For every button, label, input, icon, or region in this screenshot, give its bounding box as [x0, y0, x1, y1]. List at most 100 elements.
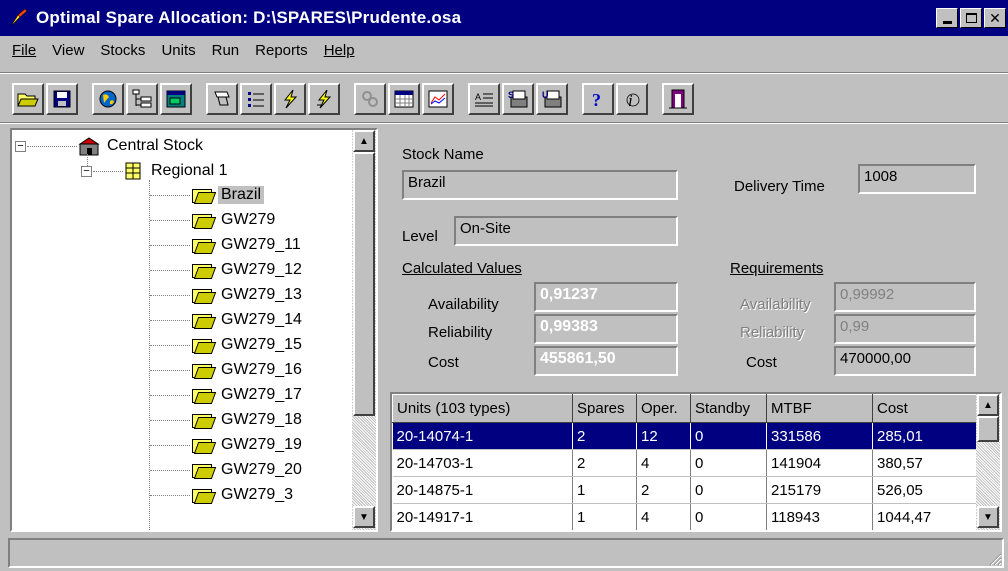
cell-mtbf[interactable]: 215179 — [766, 476, 873, 504]
tree-scroll-thumb[interactable] — [353, 152, 375, 416]
tree-node-gw279[interactable]: GW279 — [192, 207, 278, 233]
cell-unit[interactable]: 20-14074-1 — [392, 422, 573, 450]
req-availability-field[interactable]: 0,99992 — [834, 282, 976, 312]
cell-mtbf[interactable]: 141904 — [766, 449, 873, 477]
cell-unit[interactable]: 20-14875-1 — [392, 476, 573, 504]
window-title: Optimal Spare Allocation: D:\SPARES\Prud… — [36, 8, 462, 27]
run-button[interactable] — [274, 83, 306, 115]
menu-file[interactable]: File — [0, 42, 44, 59]
col-header-standby[interactable]: Standby — [690, 394, 767, 423]
cell-cost[interactable]: 526,05 — [872, 476, 977, 504]
exit-button[interactable] — [662, 83, 694, 115]
folder-icon — [192, 487, 212, 503]
close-button[interactable]: ✕ — [984, 8, 1006, 28]
menu-help[interactable]: Help — [316, 42, 363, 59]
tree-node-gw279-16[interactable]: GW279_16 — [192, 357, 305, 383]
minimize-button[interactable] — [936, 8, 958, 28]
cell-cost[interactable]: 1044,47 — [872, 503, 977, 530]
table-row[interactable]: 20-14917-1 1 4 0 118943 1044,47 — [392, 503, 977, 530]
col-header-oper[interactable]: Oper. — [636, 394, 691, 423]
regional-collapse-toggle[interactable]: − — [81, 166, 92, 177]
tree-node-central-stock[interactable]: Central Stock — [78, 133, 206, 159]
tree-node-gw279-19[interactable]: GW279_19 — [192, 432, 305, 458]
info-button[interactable]: i — [616, 83, 648, 115]
cell-cost[interactable]: 285,01 — [872, 422, 977, 450]
stamp-button[interactable] — [206, 83, 238, 115]
cell-spares[interactable]: 2 — [572, 422, 637, 450]
link-button[interactable] — [354, 83, 386, 115]
cell-standby[interactable]: 0 — [690, 449, 767, 477]
tree-scroll-down-button[interactable]: ▼ — [353, 506, 375, 528]
cell-spares[interactable]: 2 — [572, 449, 637, 477]
open-button[interactable] — [12, 83, 44, 115]
tree-node-gw279-20[interactable]: GW279_20 — [192, 457, 305, 483]
cell-mtbf[interactable]: 331586 — [766, 422, 873, 450]
chart-button[interactable] — [422, 83, 454, 115]
cell-oper[interactable]: 4 — [636, 449, 691, 477]
cell-standby[interactable]: 0 — [690, 476, 767, 504]
table-row[interactable]: 20-14703-1 2 4 0 141904 380,57 — [392, 449, 977, 477]
tree-node-gw279-14[interactable]: GW279_14 — [192, 307, 305, 333]
req-reliability-field[interactable]: 0,99 — [834, 314, 976, 344]
save-button[interactable] — [46, 83, 78, 115]
col-header-mtbf[interactable]: MTBF — [766, 394, 873, 423]
tree-node-gw279-11[interactable]: GW279_11 — [192, 232, 304, 258]
cell-standby[interactable]: 0 — [690, 503, 767, 530]
root-collapse-toggle[interactable]: − — [15, 141, 26, 152]
tree-node-gw279-15[interactable]: GW279_15 — [192, 332, 305, 358]
menu-reports[interactable]: Reports — [247, 42, 316, 59]
grid-scroll-down-button[interactable]: ▼ — [977, 506, 999, 528]
cell-unit[interactable]: 20-14917-1 — [392, 503, 573, 530]
tree-scroll-up-button[interactable]: ▲ — [353, 130, 375, 152]
cell-mtbf[interactable]: 118943 — [766, 503, 873, 530]
pane-splitter[interactable] — [380, 128, 386, 532]
window-button[interactable] — [160, 83, 192, 115]
grid-scroll-up-button[interactable]: ▲ — [977, 394, 999, 416]
level-field[interactable]: On-Site — [454, 216, 678, 246]
col-header-units[interactable]: Units (103 types) — [392, 394, 573, 423]
cell-cost[interactable]: 380,57 — [872, 449, 977, 477]
stock-report-button[interactable]: S — [502, 83, 534, 115]
col-header-cost[interactable]: Cost — [872, 394, 977, 423]
grid-scroll-thumb[interactable] — [977, 416, 999, 442]
resize-grip-icon[interactable] — [986, 550, 1002, 566]
tree-node-gw279-17[interactable]: GW279_17 — [192, 382, 305, 408]
globe-button[interactable] — [92, 83, 124, 115]
tree-view-button[interactable] — [126, 83, 158, 115]
tree-node-gw279-13[interactable]: GW279_13 — [192, 282, 305, 308]
calendar-button[interactable] — [388, 83, 420, 115]
req-cost-field[interactable]: 470000,00 — [834, 346, 976, 376]
units-grid[interactable]: Units (103 types) Spares Oper. Standby M… — [390, 392, 1002, 532]
list-button[interactable] — [240, 83, 272, 115]
cell-spares[interactable]: 1 — [572, 503, 637, 530]
app-icon[interactable] — [8, 7, 30, 29]
cell-oper[interactable]: 2 — [636, 476, 691, 504]
stock-name-field[interactable]: Brazil — [402, 170, 678, 200]
table-row[interactable]: 20-14875-1 1 2 0 215179 526,05 — [392, 476, 977, 504]
run-alt-button[interactable] — [308, 83, 340, 115]
col-header-spares[interactable]: Spares — [572, 394, 637, 423]
menu-stocks[interactable]: Stocks — [92, 42, 153, 59]
maximize-button[interactable] — [960, 8, 982, 28]
tree-node-brazil[interactable]: Brazil — [192, 182, 265, 208]
grid-scrollbar[interactable]: ▲ ▼ — [976, 394, 1000, 530]
unit-report-button[interactable]: U — [536, 83, 568, 115]
menu-units[interactable]: Units — [153, 42, 203, 59]
menu-view[interactable]: View — [44, 42, 92, 59]
cell-oper[interactable]: 4 — [636, 503, 691, 530]
delivery-time-field[interactable]: 1008 — [858, 164, 976, 194]
cell-spares[interactable]: 1 — [572, 476, 637, 504]
tree-scrollbar[interactable]: ▲ ▼ — [352, 130, 376, 530]
cell-oper[interactable]: 12 — [636, 422, 691, 450]
stock-tree[interactable]: − Central Stock − Regional 1 Brazil GW279… — [10, 128, 378, 532]
menu-run[interactable]: Run — [204, 42, 248, 59]
tree-node-regional-1[interactable]: Regional 1 — [124, 158, 231, 184]
table-row[interactable]: 20-14074-1 2 12 0 331586 285,01 — [392, 422, 977, 450]
tree-node-gw279-12[interactable]: GW279_12 — [192, 257, 305, 283]
tree-node-gw279-3[interactable]: GW279_3 — [192, 482, 296, 508]
text-button[interactable]: A — [468, 83, 500, 115]
tree-node-gw279-18[interactable]: GW279_18 — [192, 407, 305, 433]
cell-standby[interactable]: 0 — [690, 422, 767, 450]
cell-unit[interactable]: 20-14703-1 — [392, 449, 573, 477]
help-button[interactable]: ? — [582, 83, 614, 115]
